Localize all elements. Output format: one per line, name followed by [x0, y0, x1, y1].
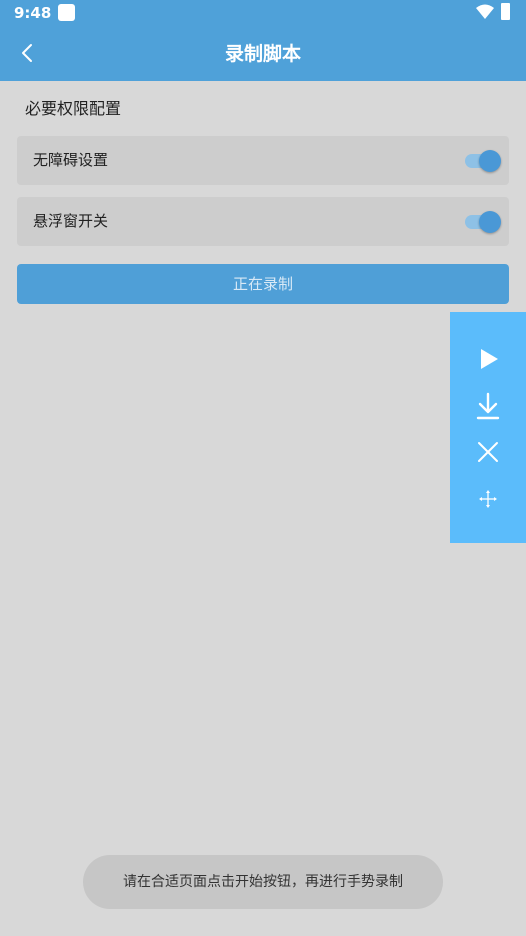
wifi-icon	[476, 4, 494, 19]
setting-label: 悬浮窗开关	[33, 212, 109, 230]
save-button[interactable]	[472, 390, 504, 422]
play-button[interactable]	[472, 343, 504, 375]
page-title: 录制脚本	[224, 43, 301, 65]
play-icon	[481, 349, 498, 369]
accessibility-toggle[interactable]	[465, 149, 501, 173]
floating-window-toggle[interactable]	[465, 210, 501, 234]
app-bar: 录制脚本	[0, 26, 526, 81]
setting-row-accessibility[interactable]: 无障碍设置	[17, 136, 509, 185]
close-icon	[478, 442, 498, 462]
toast-message: 请在合适页面点击开始按钮，再进行手势录制	[83, 855, 443, 909]
section-title: 必要权限配置	[25, 99, 122, 118]
close-button[interactable]	[472, 436, 504, 468]
status-time: 9:48	[14, 4, 52, 22]
switch-thumb	[479, 211, 501, 233]
floating-control-panel	[450, 312, 526, 543]
status-bar: 9:48	[0, 0, 526, 26]
app-notification-icon	[58, 4, 75, 21]
move-icon	[479, 490, 497, 508]
download-icon	[476, 392, 500, 420]
setting-label: 无障碍设置	[33, 151, 109, 169]
battery-icon	[501, 3, 510, 20]
record-button[interactable]: 正在录制	[17, 264, 509, 304]
setting-row-floating-window[interactable]: 悬浮窗开关	[17, 197, 509, 246]
move-handle[interactable]	[472, 483, 504, 515]
switch-thumb	[479, 150, 501, 172]
